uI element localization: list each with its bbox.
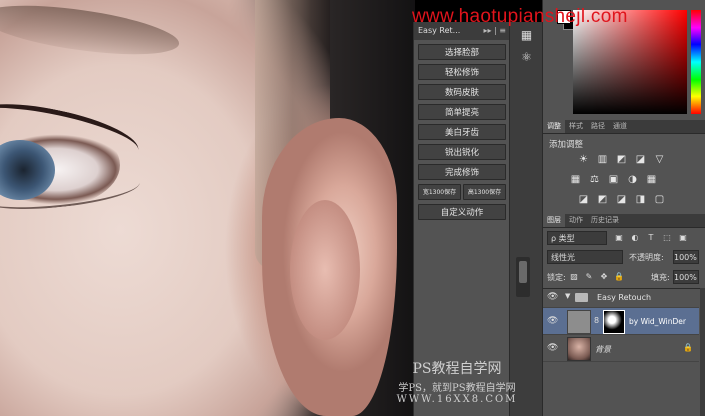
layer-group-easy-retouch[interactable]: 👁 ▼ Easy Retouch (543, 289, 699, 308)
lock-pixels-icon[interactable]: ✎ (584, 271, 594, 282)
group-layer-name: Easy Retouch (597, 293, 652, 302)
visibility-eye-icon[interactable]: 👁 (547, 343, 558, 353)
exposure-icon[interactable]: ◪ (634, 153, 647, 166)
layers-list: 👁 ▼ Easy Retouch 👁 8 by Wid_WinDer 👁 背景 … (543, 288, 705, 416)
save-width-1300-button[interactable]: 宽1300保存 (418, 184, 461, 200)
action-sharpen-button[interactable]: 锐出锐化 (418, 144, 506, 160)
tab-channels[interactable]: 通道 (609, 120, 631, 133)
lock-position-icon[interactable]: ✥ (599, 271, 609, 282)
curves-icon[interactable]: ◩ (615, 153, 628, 166)
lock-icons: ▨ ✎ ✥ 🔒 (569, 271, 624, 282)
layer-adjustment-selected[interactable]: 👁 8 by Wid_WinDer (543, 308, 699, 335)
action-digital-skin-button[interactable]: 数码皮肤 (418, 84, 506, 100)
ear-inner-region (290, 200, 360, 340)
color-balance-icon[interactable]: ⚖ (588, 173, 601, 186)
watermark-bottom: PS教程自学网 学PS，就到PS教程自学网 WWW.16XX8.COM (382, 358, 532, 405)
vibrance-icon[interactable]: ▽ (653, 153, 666, 166)
adjustment-filter-icon[interactable]: ◐ (629, 231, 641, 244)
adjustments-panel: 添加调整 ☀ ▥ ◩ ◪ ▽ ▦ ⚖ ▣ ◑ ▦ ◪ ◩ ◪ ◨ ▢ (543, 135, 705, 211)
layer-mask-thumbnail[interactable] (603, 310, 625, 334)
lock-all-icon[interactable]: 🔒 (614, 271, 624, 282)
adjustment-row-1: ☀ ▥ ◩ ◪ ▽ (577, 153, 666, 166)
photo-filter-icon[interactable]: ◑ (626, 173, 639, 186)
watermark-line-3: WWW.16XX8.COM (396, 394, 518, 405)
fill-input[interactable]: 100% (673, 270, 699, 284)
eyebrow-region (0, 0, 182, 64)
lock-transparency-icon[interactable]: ▨ (569, 271, 579, 282)
layer-filter-icons: ▣ ◐ T ⬚ ▣ (613, 231, 689, 244)
pixel-filter-icon[interactable]: ▣ (613, 231, 625, 244)
adjustment-row-3: ◪ ◩ ◪ ◨ ▢ (577, 193, 666, 206)
opacity-label: 不透明度: (629, 253, 664, 262)
save-button-row: 宽1300保存 高1300保存 (418, 184, 506, 200)
selective-color-icon[interactable]: ▢ (653, 193, 666, 206)
link-chain-icon[interactable]: 8 (594, 316, 599, 325)
tab-paths[interactable]: 路径 (587, 120, 609, 133)
action-whiten-teeth-button[interactable]: 美白牙齿 (418, 124, 506, 140)
adjustment-layer-name: by Wid_WinDer (629, 317, 686, 326)
history-icon[interactable]: ▦ (516, 26, 538, 44)
add-adjustment-title: 添加调整 (549, 140, 584, 150)
watermark-line-2: 学PS，就到PS教程自学网 (398, 383, 516, 394)
panel-icon-strip: ▦ ⚛ (509, 22, 543, 416)
background-layer-name: 背景 (595, 345, 611, 354)
levels-icon[interactable]: ▥ (596, 153, 609, 166)
hue-saturation-icon[interactable]: ▦ (569, 173, 582, 186)
strip-scrollbar[interactable] (516, 257, 530, 297)
layers-tabbar: 图层 动作 历史记录 (543, 214, 705, 228)
atom-icon[interactable]: ⚛ (516, 48, 538, 66)
photo-canvas[interactable] (0, 0, 415, 416)
opacity-input[interactable]: 100% (673, 250, 699, 264)
smart-object-filter-icon[interactable]: ▣ (677, 231, 689, 244)
brightness-icon[interactable]: ☀ (577, 153, 590, 166)
action-easy-retouch-button[interactable]: 轻松修饰 (418, 64, 506, 80)
action-finish-retouch-button[interactable]: 完成修饰 (418, 164, 506, 180)
action-select-face-button[interactable]: 选择脸部 (418, 44, 506, 60)
invert-icon[interactable]: ◪ (577, 193, 590, 206)
threshold-icon[interactable]: ◪ (615, 193, 628, 206)
hue-slider[interactable] (691, 10, 701, 114)
type-filter-icon[interactable]: T (645, 231, 657, 244)
channel-mixer-icon[interactable]: ▦ (645, 173, 658, 186)
tab-layers[interactable]: 图层 (543, 214, 565, 227)
tab-styles[interactable]: 样式 (565, 120, 587, 133)
chevron-down-icon[interactable]: ▼ (565, 292, 570, 300)
gradient-map-icon[interactable]: ◨ (634, 193, 647, 206)
tab-actions[interactable]: 动作 (565, 214, 587, 227)
save-height-1300-button[interactable]: 高1300保存 (463, 184, 506, 200)
adjustments-tabbar: 调整 样式 路径 通道 (543, 120, 705, 134)
tab-adjustments[interactable]: 调整 (543, 120, 565, 133)
folder-icon (575, 293, 588, 302)
custom-action-button[interactable]: 自定义动作 (418, 204, 506, 220)
watermark-top: www.haotupianshejl.com (412, 6, 628, 27)
layer-filter-select[interactable]: ρ 类型 (547, 231, 607, 245)
visibility-eye-icon[interactable]: 👁 (547, 316, 558, 326)
visibility-eye-icon[interactable]: 👁 (547, 292, 558, 302)
layer-thumbnail (567, 310, 591, 334)
action-simple-brighten-button[interactable]: 简单提亮 (418, 104, 506, 120)
actions-panel: Easy Ret... ▸▸ | ≡ 选择脸部 轻松修饰 数码皮肤 简单提亮 美… (413, 22, 510, 416)
photoshop-window: Easy Ret... ▸▸ | ≡ 选择脸部 轻松修饰 数码皮肤 简单提亮 美… (0, 0, 705, 416)
layers-scrollbar[interactable] (700, 288, 705, 416)
tab-history[interactable]: 历史记录 (587, 214, 623, 227)
lock-icon: 🔒 (683, 343, 693, 352)
right-panel: 调整 样式 路径 通道 添加调整 ☀ ▥ ◩ ◪ ▽ ▦ ⚖ ▣ ◑ ▦ ◪ ◩… (542, 0, 705, 416)
lock-label: 锁定: (547, 273, 566, 282)
posterize-icon[interactable]: ◩ (596, 193, 609, 206)
background-thumbnail (567, 337, 591, 361)
strip-scrollbar-thumb[interactable] (519, 261, 527, 283)
watermark-line-1: PS教程自学网 (412, 361, 502, 377)
shape-filter-icon[interactable]: ⬚ (661, 231, 673, 244)
adjustment-row-2: ▦ ⚖ ▣ ◑ ▦ (569, 173, 658, 186)
layer-background[interactable]: 👁 背景 🔒 (543, 335, 699, 362)
blend-mode-select[interactable]: 线性光 (547, 250, 623, 264)
fill-label: 填充: (651, 273, 670, 282)
black-white-icon[interactable]: ▣ (607, 173, 620, 186)
